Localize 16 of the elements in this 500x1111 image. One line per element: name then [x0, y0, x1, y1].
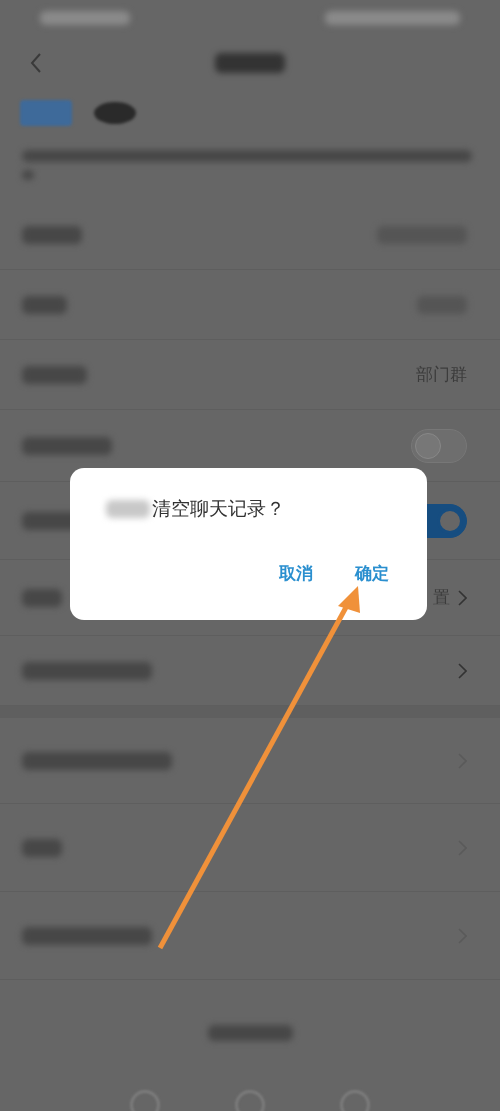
avatar	[20, 99, 72, 126]
blurred-text	[106, 500, 150, 518]
blurred-label	[22, 838, 62, 857]
back-icon[interactable]	[30, 51, 42, 74]
toggle-switch[interactable]	[411, 428, 467, 463]
dialog-button[interactable]: 确定	[349, 558, 395, 589]
blurred-label	[22, 365, 87, 384]
avatar	[94, 101, 136, 124]
blurred-label	[22, 588, 62, 607]
blurred-label	[22, 225, 82, 244]
blurred-label	[22, 295, 67, 314]
dialog-message: 清空聊天记录？	[152, 496, 285, 521]
chevron-icon[interactable]	[458, 662, 467, 679]
dialog-button[interactable]: 取消	[273, 558, 319, 589]
chevron-icon[interactable]	[458, 589, 467, 606]
blurred-title	[215, 52, 285, 73]
